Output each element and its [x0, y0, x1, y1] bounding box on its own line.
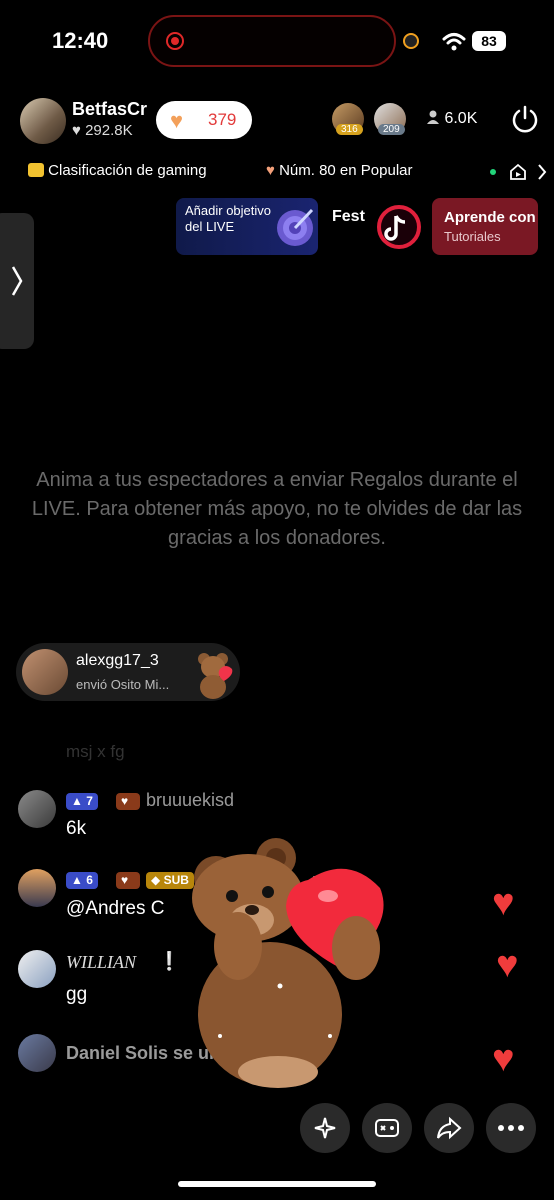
sparkle-icon: [314, 1117, 336, 1139]
play-icon[interactable]: [508, 162, 528, 182]
heart-icon: ♥: [170, 108, 184, 133]
side-panel-tab[interactable]: [0, 213, 34, 349]
live-goal-card[interactable]: Añadir objetivo del LIVE: [176, 198, 318, 255]
live-goal-label: Añadir objetivo del LIVE: [185, 203, 271, 234]
share-icon: [437, 1116, 462, 1140]
gift-user-name: alexgg17_3: [76, 652, 159, 669]
chevron-left-icon: [11, 266, 23, 296]
power-icon[interactable]: [510, 104, 540, 134]
gamepad-icon: [375, 1119, 399, 1137]
home-indicator[interactable]: [178, 1181, 376, 1187]
level-badge: ▲ 6: [66, 872, 98, 889]
host-avatar[interactable]: [20, 98, 66, 144]
chat-username[interactable]: WILLIAN: [66, 952, 136, 973]
viewer-count-value: 6.0K: [444, 110, 478, 127]
likes-pill[interactable]: ♥ 379: [156, 101, 252, 139]
viewer-count[interactable]: 6.0K: [426, 110, 477, 128]
level-badge: ▲ 7: [66, 793, 98, 810]
battery-indicator: 83: [472, 31, 506, 51]
chat-username[interactable]: bruuuekisd: [146, 790, 234, 811]
chat-avatar[interactable]: [18, 950, 56, 988]
heart-float-icon: ♥: [496, 944, 519, 986]
effects-button[interactable]: [300, 1103, 350, 1153]
chat-message: @Andres C: [66, 898, 165, 919]
status-time: 12:40: [52, 28, 109, 53]
chevron-right-icon[interactable]: [536, 163, 548, 181]
fest-card[interactable]: Fest: [326, 198, 424, 255]
chat-avatar[interactable]: [18, 869, 56, 907]
live-dot: [490, 169, 496, 175]
chat-message: gg: [66, 984, 88, 1005]
likes-pill-count: 379: [208, 110, 237, 129]
target-icon: [277, 208, 314, 246]
dynamic-island: [148, 15, 396, 67]
interaction-button[interactable]: [362, 1103, 412, 1153]
fest-label: Fest: [332, 208, 365, 225]
trophy-icon: [28, 163, 44, 177]
ranking-popular-label: Núm. 80 en Popular: [279, 162, 413, 179]
top-viewer-badge: 316: [336, 124, 363, 135]
fan-badge-icon: ♥: [116, 793, 140, 810]
ranking-gaming[interactable]: Clasificación de gaming: [28, 162, 207, 179]
wifi-icon: [442, 33, 466, 51]
fan-badge-icon: ♥: [116, 872, 140, 889]
person-icon: [427, 110, 439, 124]
top-viewer-badge: 209: [378, 124, 405, 135]
ranking-gaming-label: Clasificación de gaming: [48, 162, 207, 179]
more-button[interactable]: [486, 1103, 536, 1153]
heart-icon: ♥: [266, 162, 275, 179]
tutorials-card[interactable]: Aprende con Tutoriales: [432, 198, 538, 255]
chat-message: 6k: [66, 818, 87, 839]
bear-gift-icon: [198, 653, 233, 699]
center-message: Anima a tus espectadores a enviar Regalo…: [31, 469, 523, 549]
chat-avatar[interactable]: [18, 790, 56, 828]
host-name[interactable]: BetfasCr: [72, 99, 147, 120]
camera-indicator: [403, 33, 419, 49]
tutorials-subtitle: Tutoriales: [444, 229, 501, 244]
heart-float-icon: ♥: [492, 882, 515, 924]
tiktok-icon: [377, 205, 421, 249]
gift-user-avatar: [22, 649, 68, 695]
bear-gift-icon: [192, 838, 384, 1088]
heart-icon: ♥: [72, 122, 81, 139]
host-likes: ♥ 292.8K: [72, 122, 133, 139]
more-icon: [498, 1125, 524, 1131]
chat-faded-message: msj x fg: [66, 742, 125, 761]
gift-action: envió Osito Mi...: [76, 677, 170, 692]
host-likes-count: 292.8K: [85, 122, 133, 139]
tutorials-title: Aprende con: [444, 209, 536, 226]
ranking-popular[interactable]: ♥ Núm. 80 en Popular: [266, 162, 413, 179]
rec-icon: [166, 32, 184, 50]
heart-float-icon: ♥: [492, 1038, 515, 1080]
gift-notification[interactable]: alexgg17_3 envió Osito Mi...: [16, 643, 240, 701]
chat-avatar[interactable]: [18, 1034, 56, 1072]
share-button[interactable]: [424, 1103, 474, 1153]
